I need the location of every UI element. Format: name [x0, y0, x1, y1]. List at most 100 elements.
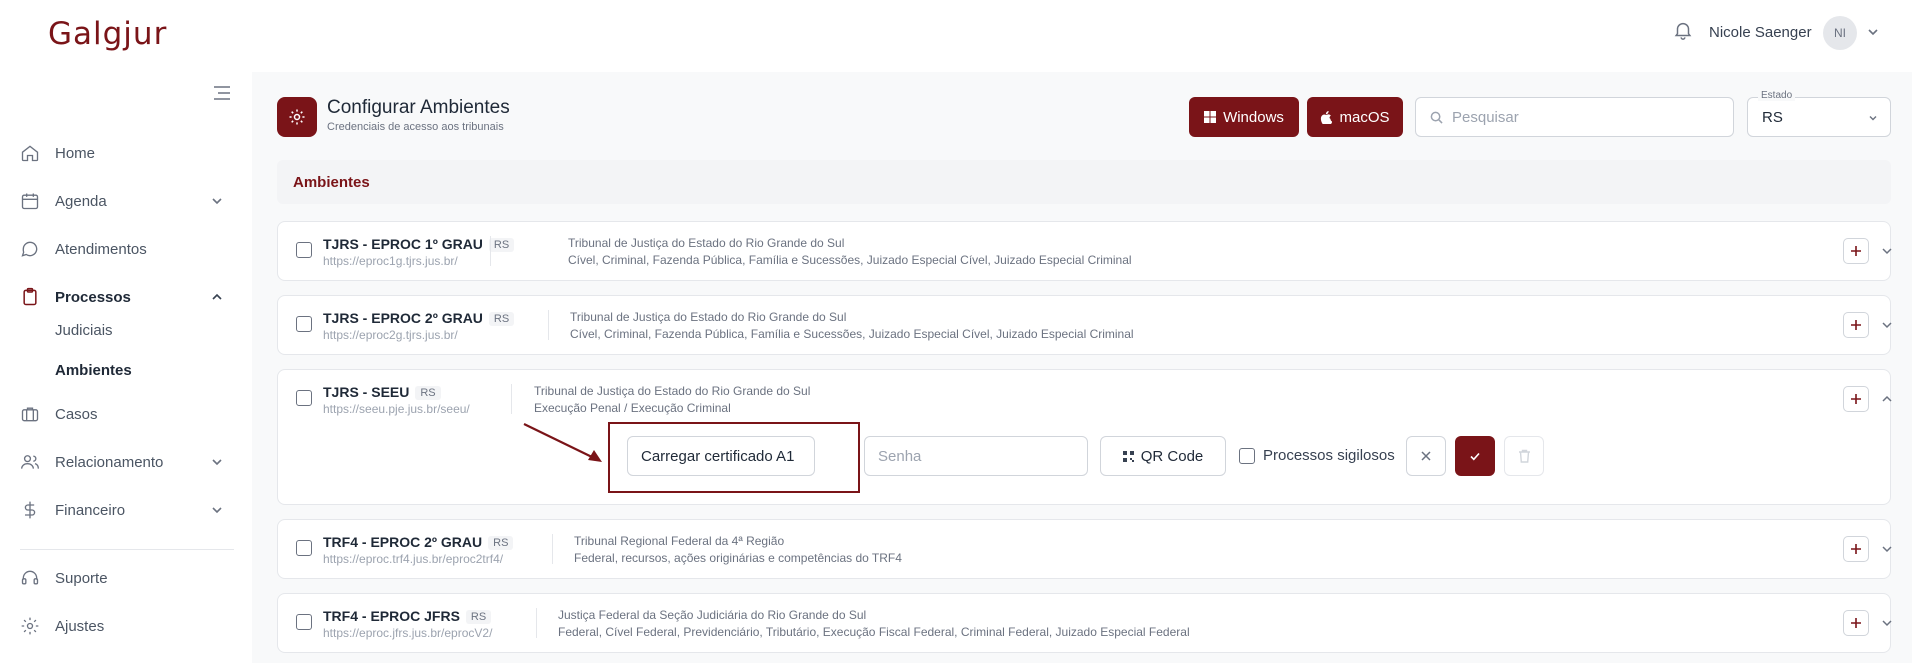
- home-icon: [20, 143, 40, 163]
- sidebar-item-ajustes[interactable]: Ajustes: [20, 613, 234, 639]
- environment-card-expanded: TJRS - SEEU RS https://seeu.pje.jus.br/se…: [277, 369, 1894, 505]
- sidebar-divider: [20, 549, 234, 550]
- search-icon: [1430, 111, 1443, 124]
- clipboard-icon: [20, 287, 40, 307]
- page-title: Configurar Ambientes: [327, 97, 510, 118]
- chevron-down-icon[interactable]: [1880, 616, 1894, 630]
- chevron-down-icon[interactable]: [1866, 25, 1880, 39]
- sidebar-item-label: Relacionamento: [55, 453, 164, 471]
- sidebar-subitem-judiciais[interactable]: Judiciais: [55, 322, 113, 339]
- add-credential-button[interactable]: [1843, 610, 1869, 636]
- dollar-icon: [20, 500, 40, 520]
- chevron-down-icon[interactable]: [1880, 542, 1894, 556]
- environment-name: TRF4 - EPROC JFRS RS: [323, 608, 492, 624]
- sidebar-subitem-ambientes[interactable]: Ambientes: [55, 362, 132, 379]
- court-areas: Federal, Cível Federal, Previdenciário, …: [558, 625, 1190, 639]
- button-label: QR Code: [1140, 447, 1204, 465]
- environment-checkbox[interactable]: [296, 242, 312, 258]
- environment-url[interactable]: https://eproc1g.tjrs.jus.br/: [323, 254, 458, 268]
- state-badge: RS: [488, 536, 514, 550]
- apple-icon: [1321, 110, 1333, 124]
- download-windows-button[interactable]: Windows: [1189, 97, 1299, 137]
- sidebar-item-label: Home: [55, 144, 96, 162]
- sidebar-item-label: Ajustes: [55, 617, 105, 635]
- certificate-upload-button[interactable]: Carregar certificado A1: [627, 436, 815, 476]
- estado-select[interactable]: Estado RS: [1747, 90, 1891, 137]
- chat-icon: [20, 239, 40, 259]
- download-macos-button[interactable]: macOS: [1307, 97, 1403, 137]
- chevron-down-icon: [212, 198, 222, 205]
- divider: [548, 310, 549, 340]
- sidebar-item-suporte[interactable]: Suporte: [20, 565, 234, 591]
- court-name: Tribunal de Justiça do Estado do Rio Gra…: [534, 384, 811, 398]
- environment-name: TRF4 - EPROC 2º GRAU RS: [323, 534, 514, 550]
- gear-icon: [277, 97, 317, 137]
- plus-icon: [1851, 618, 1861, 628]
- sidebar-item-agenda[interactable]: Agenda: [20, 188, 234, 214]
- state-badge: RS: [488, 312, 515, 326]
- avatar[interactable]: NI: [1823, 16, 1857, 50]
- chevron-down-icon[interactable]: [1880, 318, 1894, 332]
- sidebar-item-label: Suporte: [55, 569, 108, 587]
- estado-value: RS: [1762, 109, 1783, 126]
- chevron-up-icon[interactable]: [1880, 392, 1894, 406]
- users-icon: [20, 452, 40, 472]
- checkbox-label: Processos sigilosos: [1263, 447, 1395, 464]
- briefcase-icon: [20, 404, 40, 424]
- menu-collapse-icon[interactable]: [212, 84, 232, 102]
- add-credential-button[interactable]: [1843, 238, 1869, 264]
- page-subtitle: Credenciais de acesso aos tribunais: [327, 121, 504, 133]
- qr-code-button[interactable]: QR Code: [1100, 436, 1226, 476]
- divider: [490, 236, 491, 266]
- qr-code-icon: [1122, 450, 1134, 462]
- cancel-button[interactable]: [1406, 436, 1446, 476]
- chevron-up-icon: [212, 293, 222, 300]
- add-credential-button[interactable]: [1843, 312, 1869, 338]
- sidebar-item-financeiro[interactable]: Financeiro: [20, 497, 234, 523]
- environment-checkbox[interactable]: [296, 390, 312, 406]
- environment-url[interactable]: https://eproc.trf4.jus.br/eproc2trf4/: [323, 552, 503, 566]
- check-icon: [1470, 452, 1480, 461]
- sidebar-item-label: Atendimentos: [55, 240, 147, 258]
- secret-processes-checkbox[interactable]: Processos sigilosos: [1239, 447, 1395, 464]
- user-name[interactable]: Nicole Saenger: [1709, 24, 1812, 41]
- court-areas: Execução Penal / Execução Criminal: [534, 401, 731, 415]
- add-credential-button[interactable]: [1843, 386, 1869, 412]
- plus-icon: [1851, 394, 1861, 404]
- environment-checkbox[interactable]: [296, 540, 312, 556]
- bell-icon[interactable]: [1672, 19, 1694, 41]
- state-badge: RS: [465, 610, 492, 624]
- court-name: Tribunal de Justiça do Estado do Rio Gra…: [570, 310, 847, 324]
- annotation-arrow-icon: [523, 423, 602, 462]
- environment-name: TJRS - EPROC 1º GRAU RS: [323, 236, 515, 252]
- divider: [536, 608, 537, 638]
- environment-url[interactable]: https://eproc2g.tjrs.jus.br/: [323, 328, 458, 342]
- chevron-down-icon: [212, 507, 222, 514]
- add-credential-button[interactable]: [1843, 536, 1869, 562]
- sidebar-item-casos[interactable]: Casos: [20, 401, 234, 427]
- sidebar-item-processos[interactable]: Processos: [20, 284, 234, 310]
- sidebar-item-atendimentos[interactable]: Atendimentos: [20, 236, 234, 262]
- button-label: Windows: [1223, 108, 1284, 126]
- plus-icon: [1851, 544, 1861, 554]
- trash-icon: [1518, 449, 1530, 463]
- environment-checkbox[interactable]: [296, 316, 312, 332]
- search-box: [1415, 97, 1734, 137]
- chevron-down-icon: [1869, 116, 1877, 121]
- environment-checkbox[interactable]: [296, 614, 312, 630]
- checkbox[interactable]: [1239, 447, 1255, 464]
- environment-url[interactable]: https://seeu.pje.jus.br/seeu/: [323, 402, 470, 416]
- search-input[interactable]: [1452, 106, 1722, 128]
- sidebar-item-label: Financeiro: [55, 501, 126, 519]
- headset-icon: [20, 568, 40, 588]
- password-input[interactable]: Senha: [864, 436, 1088, 476]
- sidebar-item-relacionamento[interactable]: Relacionamento: [20, 449, 234, 475]
- environment-card: TJRS - EPROC 1º GRAU RS https://eproc1g.t…: [277, 221, 1894, 281]
- confirm-button[interactable]: [1455, 436, 1495, 476]
- brand-logo[interactable]: Galgjur: [48, 16, 167, 52]
- environment-url[interactable]: https://eproc.jfrs.jus.br/eprocV2/: [323, 626, 492, 640]
- chevron-down-icon[interactable]: [1880, 244, 1894, 258]
- sidebar: Home Agenda Atendimentos Processos Judic…: [0, 72, 252, 663]
- sidebar-item-home[interactable]: Home: [20, 140, 234, 166]
- delete-button[interactable]: [1504, 436, 1544, 476]
